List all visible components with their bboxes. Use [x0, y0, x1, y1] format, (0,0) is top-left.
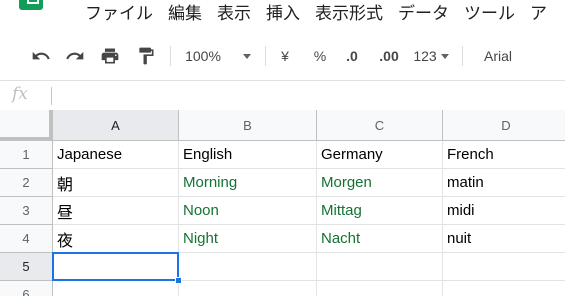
toolbar: 100% ¥ % .0 .00 123 Arial: [0, 38, 565, 74]
menu-file[interactable]: ファイル: [85, 2, 153, 26]
currency-label: ¥: [281, 48, 289, 64]
percent-label: %: [313, 48, 327, 64]
sheets-logo-icon[interactable]: [19, 0, 43, 10]
increase-decimal-button[interactable]: .00: [374, 38, 404, 74]
toolbar-divider: [265, 46, 266, 66]
fx-icon: fx: [12, 84, 28, 104]
row-header-4[interactable]: 4: [0, 225, 53, 253]
cell-b3[interactable]: Noon: [179, 197, 317, 225]
undo-icon: [32, 51, 50, 60]
redo-button[interactable]: [62, 38, 88, 74]
paint-format-icon: [139, 47, 154, 65]
select-all-corner[interactable]: [0, 110, 53, 141]
formula-divider: [51, 87, 52, 105]
cell-d2[interactable]: matin: [443, 169, 565, 197]
cell-d3[interactable]: midi: [443, 197, 565, 225]
column-header-a[interactable]: A: [53, 110, 179, 141]
zoom-select[interactable]: 100%: [182, 38, 254, 74]
row-header-1[interactable]: 1: [0, 141, 53, 169]
print-button[interactable]: [97, 38, 123, 74]
decrease-decimal-button[interactable]: .0: [340, 38, 364, 74]
menu-format[interactable]: 表示形式: [315, 2, 383, 26]
toolbar-divider: [462, 46, 463, 66]
cell-a4[interactable]: 夜: [53, 225, 179, 253]
undo-button[interactable]: [28, 38, 54, 74]
font-name: Arial: [483, 48, 512, 64]
chevron-down-icon: [242, 53, 251, 59]
menu-view[interactable]: 表示: [217, 2, 251, 26]
column-header-d[interactable]: D: [443, 110, 565, 141]
chevron-down-icon: [440, 53, 449, 59]
cell-c3[interactable]: Mittag: [317, 197, 443, 225]
menu-tools[interactable]: ツール: [464, 2, 515, 26]
cell-d6[interactable]: [443, 281, 565, 296]
cell-a3[interactable]: 昼: [53, 197, 179, 225]
cell-c5[interactable]: [317, 253, 443, 281]
cell-c4[interactable]: Nacht: [317, 225, 443, 253]
cell-d4[interactable]: nuit: [443, 225, 565, 253]
currency-format-button[interactable]: ¥: [276, 38, 294, 74]
fill-handle[interactable]: [175, 277, 182, 284]
cell-c6[interactable]: [317, 281, 443, 296]
menu-edit[interactable]: 編集: [168, 2, 202, 26]
cell-d1[interactable]: French: [443, 141, 565, 169]
increase-decimal-label: .00: [379, 48, 399, 64]
cell-c2[interactable]: Morgen: [317, 169, 443, 197]
cell-a5[interactable]: [53, 253, 179, 281]
menu-list: ファイル 編集 表示 挿入 表示形式 データ ツール ア: [85, 2, 562, 26]
menu-bar: ファイル 編集 表示 挿入 表示形式 データ ツール ア: [0, 0, 565, 30]
menu-addons[interactable]: ア: [530, 2, 547, 26]
paint-format-button[interactable]: [133, 38, 159, 74]
spreadsheet-grid: A B C D 1 Japanese English Germany French 2 朝 Morni…: [0, 110, 565, 296]
cell-a2[interactable]: 朝: [53, 169, 179, 197]
percent-format-button[interactable]: %: [310, 38, 330, 74]
cell-a6[interactable]: [53, 281, 179, 296]
font-select[interactable]: Arial: [474, 38, 522, 74]
toolbar-divider: [170, 46, 171, 66]
row-header-5[interactable]: 5: [0, 253, 53, 281]
cell-b5[interactable]: [179, 253, 317, 281]
cell-b2[interactable]: Morning: [179, 169, 317, 197]
formula-input[interactable]: [58, 81, 565, 110]
column-header-c[interactable]: C: [317, 110, 443, 141]
cell-b4[interactable]: Night: [179, 225, 317, 253]
cell-b6[interactable]: [179, 281, 317, 296]
row-header-6[interactable]: 6: [0, 281, 53, 296]
redo-icon: [66, 51, 84, 60]
number-format-label: 123: [413, 48, 437, 64]
cell-a1[interactable]: Japanese: [53, 141, 179, 169]
formula-bar: fx: [0, 80, 565, 110]
decrease-decimal-label: .0: [346, 48, 358, 64]
menu-data[interactable]: データ: [398, 2, 449, 26]
row-header-3[interactable]: 3: [0, 197, 53, 225]
column-header-b[interactable]: B: [179, 110, 317, 141]
cell-d5[interactable]: [443, 253, 565, 281]
cell-b1[interactable]: English: [179, 141, 317, 169]
zoom-value: 100%: [185, 48, 221, 64]
menu-insert[interactable]: 挿入: [266, 2, 300, 26]
cell-c1[interactable]: Germany: [317, 141, 443, 169]
print-icon: [101, 48, 119, 64]
number-format-select[interactable]: 123: [410, 38, 452, 74]
row-header-2[interactable]: 2: [0, 169, 53, 197]
